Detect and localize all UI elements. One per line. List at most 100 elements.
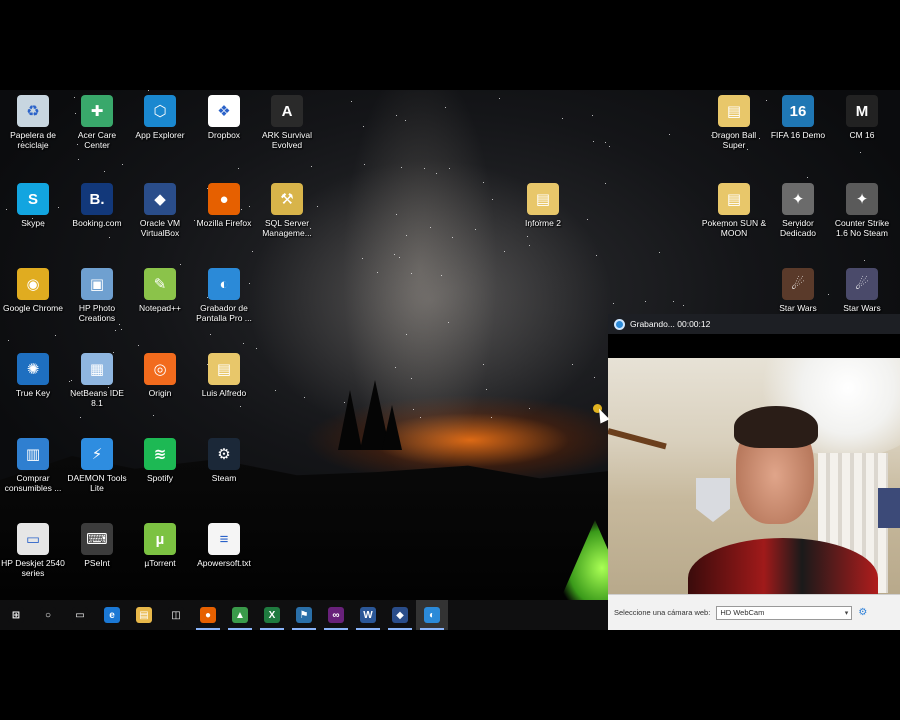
notepadpp-icon: ✎ [144,268,176,300]
camera-select[interactable]: HD WebCam ▾ [716,605,853,620]
desktop-icon[interactable]: ⌨ PSeInt [64,523,130,568]
desktop-icon[interactable]: ♻ Papelera de reciclaje [0,95,66,150]
letterbox-bottom [0,630,900,720]
word-button[interactable]: W [352,600,384,630]
desktop-icon[interactable]: A ARK Survival Evolved [254,95,320,150]
visual-studio-icon: ∞ [328,607,344,623]
star [209,334,211,336]
desktop-icon[interactable]: ▦ NetBeans IDE 8.1 [64,353,130,408]
star [351,100,353,102]
store-button[interactable]: ◫ [160,600,192,630]
desktop-icon[interactable]: ⚒ SQL Server Manageme... [254,183,320,238]
desktop-icon[interactable]: ⚙ Steam [191,438,257,483]
screen-recorder-button[interactable]: ◐ [416,600,448,630]
desktop-icon[interactable]: ▥ Comprar consumibles ... [0,438,66,493]
chrome-icon: ◉ [17,268,49,300]
desktop-icon[interactable]: ✦ Counter Strike 1.6 No Steam [829,183,895,238]
desktop-icon[interactable]: ● Mozilla Firefox [191,183,257,228]
counter-strike-icon: ✦ [846,183,878,215]
star [436,172,438,174]
star [806,177,808,179]
recycle-bin-icon: ♻ [17,95,49,127]
desktop-icon[interactable]: ⬡ App Explorer [127,95,193,140]
star [672,301,674,303]
star [148,90,150,92]
ark-taskbar-icon: ▲ [232,607,248,623]
task-view-icon: ▭ [72,607,88,623]
star [483,182,485,184]
desktop-icon[interactable]: ▭ HP Deskjet 2540 series [0,523,66,578]
start-button[interactable]: ⊞ [0,600,32,630]
star [447,321,449,323]
desktop-icon-label: Informe 2 [525,218,561,228]
desktop-icon[interactable]: ◐ Grabador de Pantalla Pro ... [191,268,257,323]
desktop-icon[interactable]: 16 FIFA 16 Demo [765,95,831,140]
firefox-icon: ● [200,607,216,623]
person-hair [734,406,818,448]
star [587,219,589,221]
desktop-icon-label: Steam [211,473,237,483]
desktop-icon-label: Luis Alfredo [201,388,247,398]
desktop-icon[interactable]: ✚ Acer Care Center [64,95,130,150]
star [423,167,425,169]
cm16-icon: M [846,95,878,127]
desktop-icon-label: Skype [21,218,45,228]
desktop-icon-label: Acer Care Center [77,130,117,150]
steam-icon: ⚙ [208,438,240,470]
star [448,167,450,169]
desktop-icon[interactable]: ⚡ DAEMON Tools Lite [64,438,130,493]
excel-button[interactable]: X [256,600,288,630]
recorder-controls: Seleccione una cámara web: HD WebCam ▾ ⚙ [608,594,900,630]
desktop-icon-label: SQL Server Manageme... [262,218,312,238]
utorrent-icon: µ [144,523,176,555]
screen-recorder-window[interactable]: Grabando... 00:00:12 Seleccione una cáma… [608,314,900,630]
search-button[interactable]: ○ [32,600,64,630]
app-button[interactable]: ⚑ [288,600,320,630]
star [595,254,597,256]
desktop-icon-label: App Explorer [135,130,185,140]
desktop-icon-label: HP Photo Creations [78,303,116,323]
star [114,330,116,332]
ark-button[interactable]: ▲ [224,600,256,630]
firefox-button[interactable]: ● [192,600,224,630]
file-explorer-button[interactable]: ▤ [128,600,160,630]
desktop-icon[interactable]: ▤ Pokemon SUN & MOON [701,183,767,238]
star [485,389,487,390]
star [863,259,865,261]
desktop-icon[interactable]: ❖ Dropbox [191,95,257,140]
desktop-icon[interactable]: ✺ True Key [0,353,66,398]
recorder-title-bar[interactable]: Grabando... 00:00:12 [608,314,900,334]
desktop-icon[interactable]: ✦ Servidor Dedicado [765,183,831,238]
star [120,328,122,330]
desktop-icon[interactable]: ◆ Oracle VM VirtualBox [127,183,193,238]
desktop-icon[interactable]: ✎ Notepad++ [127,268,193,313]
app-explorer-icon: ⬡ [144,95,176,127]
gear-icon[interactable]: ⚙ [858,607,867,618]
document-folder-icon: ▤ [527,183,559,215]
star [527,235,529,237]
star [398,257,400,259]
desktop-icon[interactable]: ≡ Apowersoft.txt [191,523,257,568]
desktop-icon[interactable]: S Skype [0,183,66,228]
edge-button[interactable]: e [96,600,128,630]
desktop-icon[interactable]: µ µTorrent [127,523,193,568]
desktop-icon[interactable]: ▤ Luis Alfredo [191,353,257,398]
desktop-icon[interactable]: ≋ Spotify [127,438,193,483]
desktop-icon[interactable]: ◎ Origin [127,353,193,398]
visual-studio-button[interactable]: ∞ [320,600,352,630]
desktop-icon[interactable]: ▤ Informe 2 [510,183,576,228]
desktop-icon[interactable]: B. Booking.com [64,183,130,228]
desktop-icon-label: Origin [148,388,172,398]
virtualbox-button[interactable]: ◆ [384,600,416,630]
star [499,97,501,99]
printer-supplies-icon: ▥ [17,438,49,470]
wall-pennant [696,478,730,522]
task-view-button[interactable]: ▭ [64,600,96,630]
desktop-icon[interactable]: ▣ HP Photo Creations [64,268,130,323]
desktop-icon[interactable]: ◉ Google Chrome [0,268,66,313]
desktop-icon[interactable]: M CM 16 [829,95,895,140]
star [240,405,242,407]
star [243,342,245,344]
star [528,244,530,246]
desktop-icon[interactable]: ▤ Dragon Ball Super [701,95,767,150]
